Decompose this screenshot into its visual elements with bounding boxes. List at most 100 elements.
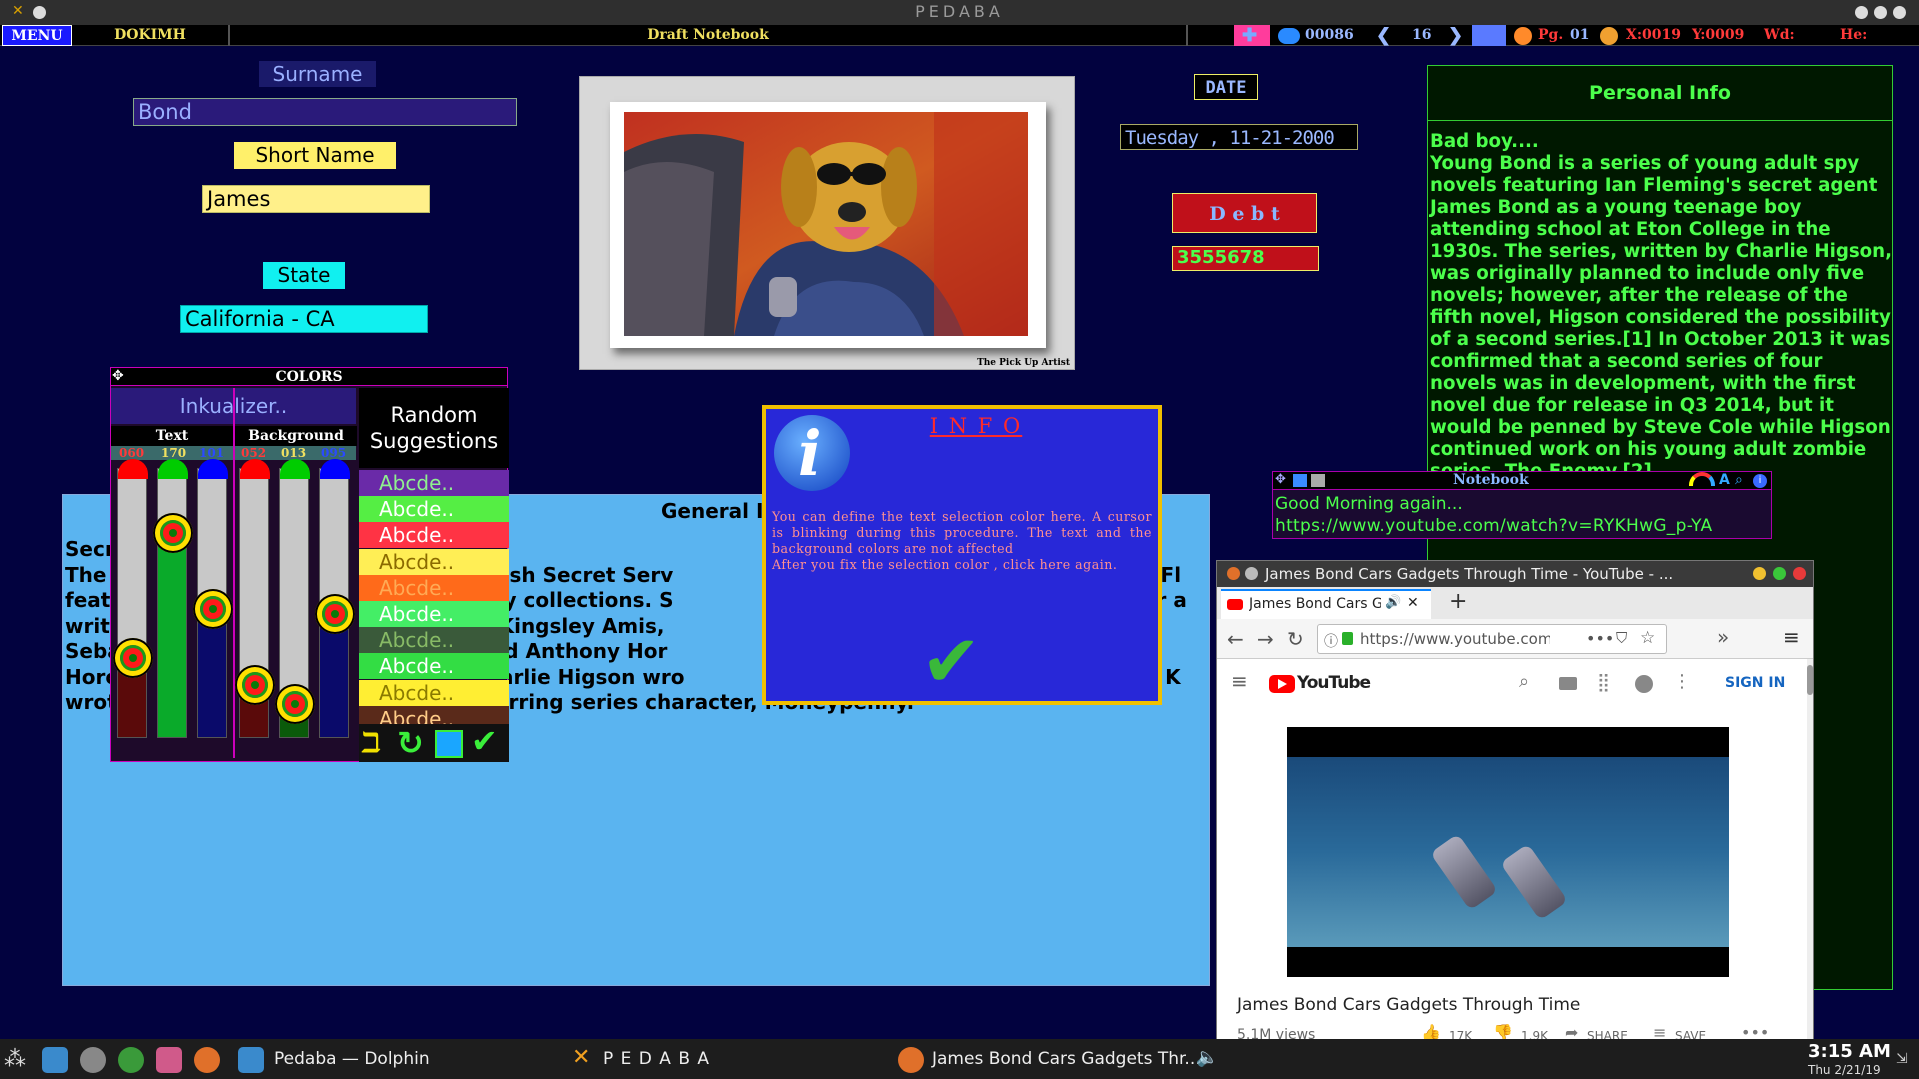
overflow-icon[interactable]: »	[1717, 625, 1729, 649]
list-icon[interactable]	[1311, 474, 1325, 487]
browser-scrollbar[interactable]	[1807, 659, 1813, 1079]
info-text: You can define the text selection color …	[772, 509, 1152, 572]
slider-knob[interactable]	[153, 513, 193, 554]
info-small-icon[interactable]: i	[1753, 474, 1767, 488]
download-icon[interactable]	[156, 1047, 182, 1073]
new-tab-icon[interactable]: +	[1449, 589, 1467, 614]
surname-field[interactable]: Bond	[133, 98, 517, 126]
pg-value: 01	[1570, 27, 1590, 43]
close-icon[interactable]	[1793, 567, 1806, 580]
taskbar-dolphin[interactable]: Pedaba — Dolphin	[274, 1049, 430, 1069]
pocket-icon[interactable]: ⛉	[1616, 629, 1627, 647]
info-circle-icon[interactable]: ⓘ	[1324, 631, 1338, 651]
flag-icon[interactable]	[1472, 25, 1506, 46]
slider-knob[interactable]	[315, 594, 355, 635]
apps-grid-icon[interactable]: ⣿	[1597, 672, 1610, 693]
browser-tab[interactable]: James Bond Cars Ga 🔊 ✕	[1221, 589, 1431, 619]
clock-time[interactable]: 3:15 AM	[1808, 1041, 1891, 1062]
xbox-icon[interactable]	[118, 1047, 144, 1073]
window-titlebar: ✕ PEDABA	[0, 0, 1919, 25]
firefox-launcher-icon[interactable]	[194, 1047, 220, 1073]
file-manager-icon[interactable]	[42, 1047, 68, 1073]
personal-info-text[interactable]: Bad boy.... Young Bond is a series of yo…	[1430, 131, 1892, 483]
search-icon[interactable]: ⌕	[1519, 671, 1529, 692]
check-icon[interactable]: ✔	[471, 722, 498, 760]
camera-icon[interactable]	[1559, 677, 1577, 690]
slider-fill	[158, 533, 186, 737]
slider-knob[interactable]	[193, 589, 233, 629]
slider-knob[interactable]	[235, 664, 275, 705]
volume-icon[interactable]: 🔈	[1196, 1047, 1218, 1068]
color-slider-track[interactable]	[193, 459, 233, 738]
notebook-line-1[interactable]: Good Morning again...	[1275, 494, 1463, 514]
state-field[interactable]: California - CA	[180, 305, 428, 333]
add-icon[interactable]: ✚	[1234, 25, 1270, 46]
color-suggestion[interactable]: Abcde..	[359, 601, 509, 627]
taskbar-firefox[interactable]: James Bond Cars Gadgets Thr...	[932, 1049, 1201, 1069]
pg-label: Pg.	[1538, 27, 1564, 43]
chevron-right-icon[interactable]: ❯	[1448, 25, 1463, 46]
hamburger-icon[interactable]: ≡	[1783, 625, 1800, 649]
color-suggestion[interactable]: Abcde..	[359, 627, 509, 654]
back-icon[interactable]: ←	[1227, 627, 1244, 651]
forward-icon[interactable]: →	[1257, 627, 1274, 651]
yt-menu-icon[interactable]: ≡	[1231, 669, 1248, 693]
color-suggestion[interactable]: Abcde..	[359, 548, 509, 575]
sign-in-button[interactable]: SIGN IN	[1725, 675, 1785, 691]
debt-field[interactable]: 3555678	[1172, 246, 1319, 271]
refresh-icon[interactable]: ↻	[397, 724, 424, 762]
font-icon[interactable]: A	[1719, 472, 1730, 488]
url-bar[interactable]: ⓘ https://www.youtube.com/watch ••• ⛉ ☆	[1317, 624, 1667, 654]
date-field[interactable]: Tuesday , 11-21-2000	[1120, 124, 1358, 150]
color-suggestion[interactable]: Abcde..	[359, 522, 509, 549]
move-icon[interactable]: ✥	[112, 368, 124, 384]
youtube-logo-icon[interactable]	[1269, 675, 1295, 693]
color-suggestion[interactable]: Abcde..	[359, 679, 509, 706]
speaker-icon[interactable]: 🔊	[1385, 595, 1401, 610]
kebab-icon[interactable]: ⋮	[1673, 671, 1691, 692]
taskbar-pedaba[interactable]: P E D A B A	[603, 1049, 710, 1069]
color-slider-track[interactable]	[153, 459, 193, 738]
color-slider-track[interactable]	[235, 459, 275, 738]
color-slider-track[interactable]	[315, 459, 355, 738]
more-icon[interactable]: •••	[1586, 629, 1614, 648]
maximize-icon[interactable]	[1773, 567, 1786, 580]
settings-icon[interactable]	[80, 1047, 106, 1073]
slider-knob[interactable]	[275, 683, 315, 724]
reload-icon[interactable]: ↻	[1287, 627, 1304, 651]
maximize-icon[interactable]	[1874, 6, 1887, 19]
shortname-field[interactable]: James	[202, 185, 430, 213]
launcher-icon[interactable]: ⁂	[4, 1047, 30, 1073]
app-menubar: MENU DOKIMH Draft Notebook ✚ 00086 ❮ 16 …	[0, 25, 1919, 46]
video-player[interactable]	[1287, 727, 1729, 977]
minimize-icon[interactable]	[1753, 567, 1766, 580]
tray-arrow-icon[interactable]: ⇲	[1896, 1051, 1908, 1067]
notebook-line-2[interactable]: https://www.youtube.com/watch?v=RYKHwG_p…	[1275, 516, 1712, 536]
shortname-label: Short Name	[234, 142, 396, 169]
color-suggestion[interactable]: Abcde..	[359, 653, 509, 680]
color-suggestion[interactable]: Abcde..	[359, 496, 509, 523]
color-suggestion[interactable]: Abcde..	[359, 470, 509, 496]
picture-mat	[610, 102, 1046, 348]
slider-knob[interactable]	[113, 637, 153, 678]
cursor-icon[interactable]: ℶ	[361, 726, 381, 759]
tab-close-icon[interactable]: ✕	[1407, 595, 1419, 611]
window-title: PEDABA	[915, 2, 1004, 21]
bookmark-star-icon[interactable]: ☆	[1640, 628, 1655, 648]
expand-icon[interactable]	[1293, 474, 1307, 487]
debt-label: D e b t	[1172, 193, 1317, 233]
chevron-left-icon[interactable]: ❮	[1376, 25, 1391, 46]
menu-button[interactable]: MENU	[2, 25, 72, 46]
info-icon: i	[774, 415, 850, 491]
move-icon[interactable]: ✥	[1275, 472, 1286, 487]
bg-red-value: 052	[241, 446, 267, 460]
color-slider-track[interactable]	[275, 459, 315, 738]
chat-icon[interactable]	[1635, 675, 1653, 693]
window-close-icon[interactable]	[1893, 6, 1906, 19]
confirm-check-icon[interactable]: ✔	[921, 619, 981, 703]
save-icon[interactable]	[435, 730, 463, 758]
minimize-icon[interactable]	[1855, 6, 1868, 19]
color-slider-track[interactable]	[113, 459, 153, 738]
search-icon[interactable]: ⌕	[1735, 472, 1743, 488]
color-suggestion[interactable]: Abcde..	[359, 574, 509, 601]
